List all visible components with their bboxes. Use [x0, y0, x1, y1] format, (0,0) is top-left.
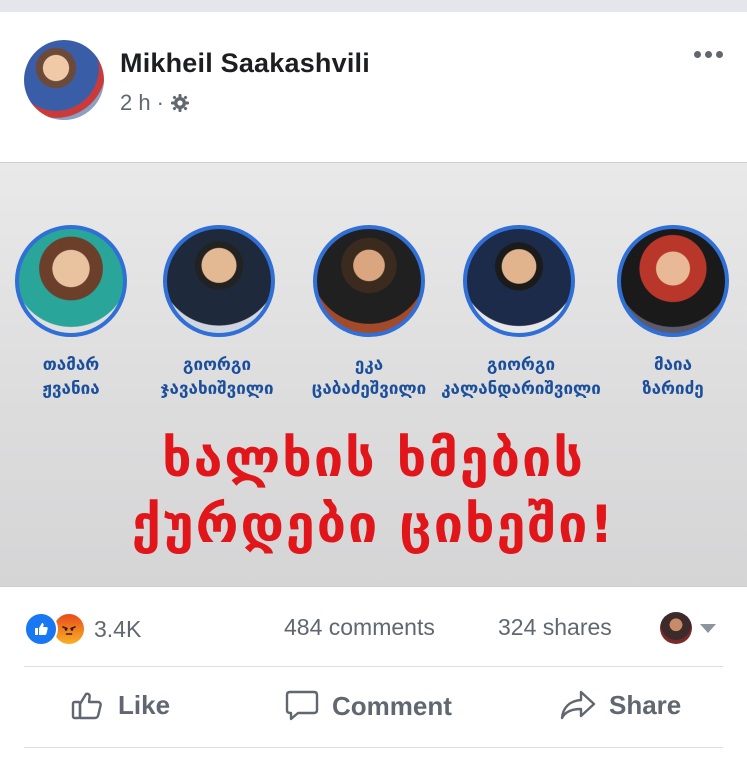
share-arrow-icon: [560, 690, 596, 720]
comments-count[interactable]: 484 comments: [284, 614, 435, 641]
like-button[interactable]: Like: [70, 689, 170, 721]
candidate-name-4: გიორგი კალანდარიშვილი: [441, 353, 601, 401]
meta-separator: ·: [156, 90, 164, 115]
reaction-count: 3.4K: [94, 615, 142, 642]
divider: [24, 747, 723, 748]
candidate-last-name: ზარიძე: [642, 379, 704, 399]
candidate-last-name: ჯავახიშვილი: [160, 379, 274, 399]
feed-top-strip: [0, 0, 747, 12]
candidate-photo-1: [15, 225, 127, 337]
engagement-stats: 3.4K 484 comments 324 shares: [0, 600, 747, 656]
headline-line-2: ქურდები ციხეში!: [131, 495, 616, 555]
candidate-name-3: ეკა ცაბაძეშვილი: [312, 353, 426, 401]
candidate-photo-5: [617, 225, 729, 337]
candidate-photo-3: [313, 225, 425, 337]
comment-label: Comment: [332, 690, 452, 721]
candidate-first-name: მაია: [653, 355, 693, 375]
candidate-first-name: თამარ: [42, 355, 100, 375]
comment-button[interactable]: Comment: [284, 689, 452, 723]
share-label: Share: [609, 689, 682, 720]
action-bar: Like Comment Share: [0, 667, 747, 747]
reactions-summary[interactable]: 3.4K: [24, 612, 141, 646]
candidate-last-name: ცაბაძეშვილი: [311, 379, 427, 399]
comment-bubble-icon: [285, 690, 319, 721]
candidate-last-name: ჟვანია: [42, 379, 100, 399]
thumbs-up-icon: [71, 692, 102, 720]
candidate-first-name: ეკა: [354, 355, 384, 375]
candidate-first-name: გიორგი: [486, 355, 556, 375]
candidate-name-1: თამარ ჟვანია: [42, 353, 99, 401]
viewer-avatar[interactable]: [660, 612, 692, 644]
candidate-photo-2: [163, 225, 275, 337]
headline-line-1: ხალხის ხმების: [162, 429, 585, 489]
post-meta: 2 h ·: [120, 90, 190, 116]
author-avatar[interactable]: [24, 40, 104, 120]
post-time[interactable]: 2 h: [120, 90, 151, 116]
post-image[interactable]: თამარ ჟვანია გიორგი ჯავახიშვილი ეკა ცაბა…: [0, 162, 747, 587]
candidate-name-5: მაია ზარიძე: [642, 353, 703, 401]
candidate-first-name: გიორგი: [182, 355, 252, 375]
shares-count[interactable]: 324 shares: [498, 614, 612, 641]
post-header: Mikheil Saakashvili 2 h ·: [0, 12, 747, 162]
author-name[interactable]: Mikheil Saakashvili: [120, 48, 370, 79]
candidate-last-name: კალანდარიშვილი: [441, 379, 601, 399]
settings-gear-icon[interactable]: [170, 93, 190, 113]
share-button[interactable]: Share: [559, 689, 681, 721]
chevron-down-icon[interactable]: [700, 624, 716, 633]
like-label: Like: [118, 689, 171, 720]
like-reaction-icon: [24, 612, 58, 646]
more-options-icon[interactable]: [691, 44, 725, 64]
candidate-name-2: გიორგი ჯავახიშვილი: [160, 353, 273, 401]
candidate-photo-4: [463, 225, 575, 337]
